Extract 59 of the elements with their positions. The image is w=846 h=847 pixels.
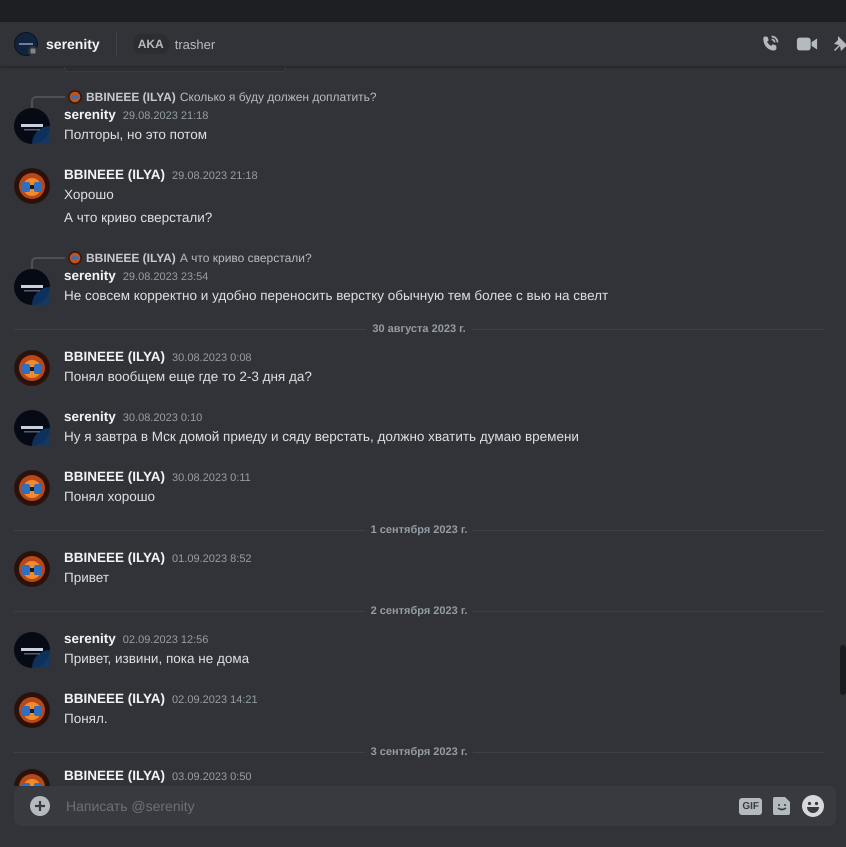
avatar[interactable] [14, 470, 50, 506]
avatar[interactable] [14, 632, 50, 668]
author-name[interactable]: serenity [64, 106, 116, 124]
plus-icon[interactable] [30, 796, 50, 816]
avatar [68, 251, 82, 265]
message-text: Полторы, но это потом [64, 126, 208, 144]
avatar[interactable] [14, 168, 50, 204]
nickname: trasher [174, 36, 216, 52]
timestamp: 29.08.2023 21:18 [122, 109, 208, 124]
author-name[interactable]: BBINEEE (ILYA) [64, 348, 166, 366]
reply-preview[interactable]: А что криво сверстали? [180, 251, 312, 265]
timestamp: 02.09.2023 12:56 [122, 633, 208, 648]
message-text: Привет [64, 569, 110, 587]
reply-preview[interactable]: Сколько я буду должен доплатить? [180, 90, 377, 104]
avatar[interactable] [14, 108, 50, 144]
author-name[interactable]: serenity [64, 267, 116, 285]
timestamp: 03.09.2023 0:50 [172, 770, 252, 785]
timestamp: 30.08.2023 0:08 [172, 351, 252, 366]
timestamp: 30.08.2023 0:10 [122, 411, 202, 426]
scrollbar-thumb[interactable] [840, 645, 846, 695]
avatar[interactable] [14, 551, 50, 587]
message-text: Понял. [64, 710, 109, 728]
aka-tag: AKA [132, 34, 169, 54]
reply-connector [31, 257, 65, 269]
message-text: Понял хорошо [64, 488, 156, 506]
emoji-icon[interactable] [802, 795, 824, 817]
reply-connector [31, 96, 65, 108]
reply-author[interactable]: BBINEEE (ILYA) [86, 90, 176, 104]
message-text: Хорошо [64, 186, 115, 204]
message-text: Понял вообщем еще где то 2-3 дня да? [64, 368, 312, 386]
message-text: Ну я завтра в Мск домой приеду и сяду верстать, должно хватить думаю времени [64, 428, 579, 446]
chat-title: serenity [46, 36, 100, 52]
author-name[interactable]: BBINEEE (ILYA) [64, 166, 166, 184]
timestamp: 02.09.2023 14:21 [172, 693, 258, 708]
timestamp: 29.08.2023 23:54 [122, 270, 208, 285]
message-text: Не совсем корректно и удобно переносить верстку обычную тем более с вью на свелт [64, 287, 608, 305]
reply-author[interactable]: BBINEEE (ILYA) [86, 251, 176, 265]
author-name[interactable]: serenity [64, 408, 116, 426]
author-name[interactable]: serenity [64, 630, 116, 648]
message-text: А что криво сверстали? [64, 209, 214, 227]
author-name[interactable]: BBINEEE (ILYA) [64, 468, 166, 486]
message-input[interactable]: Написать @serenity GIF [14, 786, 836, 826]
avatar [68, 90, 82, 104]
author-name[interactable]: BBINEEE (ILYA) [64, 549, 166, 567]
timestamp: 29.08.2023 21:18 [172, 169, 258, 184]
timestamp: 30.08.2023 0:11 [172, 471, 251, 486]
author-name[interactable]: BBINEEE (ILYA) [64, 767, 166, 785]
timestamp: 01.09.2023 8:52 [172, 552, 252, 567]
avatar[interactable] [14, 410, 50, 446]
sticker-icon[interactable] [772, 796, 792, 816]
pin-icon[interactable] [834, 34, 846, 54]
message-text: Привет, извини, пока не дома [64, 650, 250, 668]
placeholder-text: Написать @serenity [66, 798, 196, 814]
gif-button[interactable]: GIF [739, 798, 762, 814]
avatar[interactable] [14, 269, 50, 305]
avatar [14, 32, 38, 56]
avatar[interactable] [14, 692, 50, 728]
avatar[interactable] [14, 350, 50, 386]
author-name[interactable]: BBINEEE (ILYA) [64, 690, 166, 708]
